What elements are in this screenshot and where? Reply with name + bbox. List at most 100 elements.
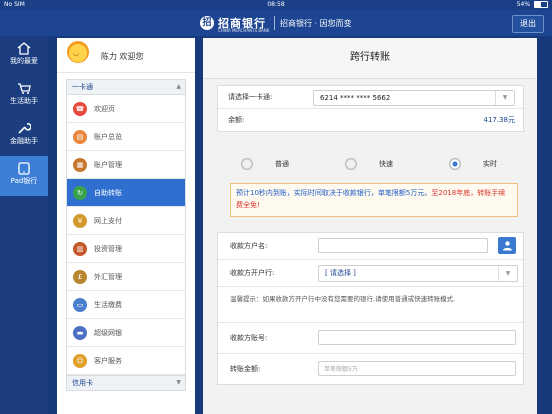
payee-account-input[interactable] [318, 330, 516, 345]
clock-text: 08:58 [267, 1, 285, 8]
welcome-icon: ☎ [73, 101, 87, 116]
brand: 招 招商银行 CHINA MERCHANTS BANK 招商银行 · 因您而变 [200, 13, 352, 33]
chevron-down-icon: ▼ [176, 379, 181, 386]
notice-text: 预计10秒内到账，实际时间取决于收款银行，单笔限额5万元。 [236, 189, 432, 197]
sidebar-item-life-assistant[interactable]: 生活助手 [0, 76, 48, 116]
source-account-card: 请选择一卡通: 6214 **** **** 5662 ▼ 余额: 417.38… [217, 85, 524, 132]
balance-value: 417.38元 [483, 116, 516, 124]
page-title: 跨行转账 [203, 38, 537, 79]
menu-item[interactable]: ▭ 生活缴费 [67, 291, 185, 319]
menu-item-label: 超级网银 [94, 328, 122, 337]
payee-name-label: 收款方户名: [230, 242, 268, 250]
super-ebank-icon: ▬ [73, 325, 87, 340]
online-pay-icon: ¥ [73, 213, 87, 228]
menu-item-label: 客户服务 [94, 356, 122, 365]
battery-percent: 54% [516, 1, 531, 8]
card-select-value: 6214 **** **** 5662 [320, 94, 391, 102]
menu-item-label: 生活缴费 [94, 300, 122, 309]
avatar: ◡ [67, 41, 89, 63]
menu-item[interactable]: ▦ 账户管理 [67, 151, 185, 179]
menu-group-label: 一卡通 [72, 83, 93, 91]
menu-item-label: 欢迎页 [94, 104, 115, 113]
contacts-button[interactable] [498, 237, 516, 254]
menu-group-debit-card[interactable]: 一卡通 ▲ [66, 79, 186, 95]
payee-account-row: 收款方账号: [218, 323, 523, 354]
sidebar-item-finance-assistant[interactable]: 金融助手 [0, 116, 48, 156]
home-icon [0, 36, 48, 56]
sidebar-item-pad-bank[interactable]: Pad银行 [0, 156, 48, 196]
battery-icon [534, 1, 548, 8]
mode-label: 快速 [379, 160, 393, 168]
transfer-icon: ↻ [73, 185, 87, 200]
status-bar: No SIM 08:58 54% [0, 0, 552, 10]
menu-item[interactable]: ▬ 超级网银 [67, 319, 185, 347]
mode-radio-realtime[interactable]: 实时 [449, 158, 497, 170]
mode-label: 实时 [483, 160, 497, 168]
menu-item-label: 自助转账 [94, 188, 122, 197]
menu-item[interactable]: ☺ 客户服务 [67, 347, 185, 375]
user-header: ◡ 陈力 欢迎您 [57, 38, 195, 73]
customer-service-icon: ☺ [73, 353, 87, 368]
card-select-row: 请选择一卡通: 6214 **** **** 5662 ▼ [218, 86, 523, 109]
menu-item-label: 网上支付 [94, 216, 122, 225]
account-manage-icon: ▦ [73, 157, 87, 172]
radio-icon [345, 158, 357, 170]
radio-selected-icon [449, 158, 461, 170]
bank-logo-icon: 招 [200, 16, 214, 30]
menu-item[interactable]: £ 外汇管理 [67, 263, 185, 291]
chevron-down-icon: ▼ [498, 266, 517, 281]
payee-form: 收款方户名: 收款方开户行: [ 请选择 ] ▼ 温馨提示：如果收款方开户行中没… [217, 232, 524, 385]
sidebar-item-favorites[interactable]: 我的最爱 [0, 36, 48, 76]
smiley-icon: ◡ [73, 49, 80, 57]
payee-bank-label: 收款方开户行: [230, 269, 275, 277]
bank-hint-text: 温馨提示：如果收款方开户行中没有您需要的银行,请使用普通或快速转账模式. [218, 287, 523, 323]
menu-group-credit-card[interactable]: 信用卡 ▼ [66, 375, 186, 391]
chevron-up-icon: ▲ [176, 83, 181, 90]
menu-item[interactable]: ▥ 投资管理 [67, 235, 185, 263]
card-select-dropdown[interactable]: 6214 **** **** 5662 ▼ [313, 90, 515, 106]
wrench-icon [0, 116, 48, 136]
bill-pay-icon: ▭ [73, 297, 87, 312]
menu-item-label: 账户总览 [94, 132, 122, 141]
payee-bank-value: [ 请选择 ] [325, 269, 356, 277]
brand-slogan: 招商银行 · 因您而变 [280, 18, 352, 28]
menu-item[interactable]: ☎ 欢迎页 [67, 95, 185, 123]
sidebar-item-label: Pad银行 [10, 177, 38, 185]
amount-input[interactable]: 单笔限额5万 [318, 361, 516, 376]
function-menu: ◡ 陈力 欢迎您 一卡通 ▲ ☎ 欢迎页 ▤ 账户总览 ▦ 账户管理 ↻ 自助转账 ¥ 网上支付 ▥… [57, 38, 195, 414]
mode-radio-normal[interactable]: 普通 [241, 158, 289, 170]
brand-divider [274, 16, 275, 30]
app-header: 招 招商银行 CHINA MERCHANTS BANK 招商银行 · 因您而变 … [0, 10, 552, 36]
contact-icon [502, 241, 512, 251]
payee-bank-row: 收款方开户行: [ 请选择 ] ▼ [218, 260, 523, 287]
transfer-notice: 预计10秒内到账，实际时间取决于收款银行，单笔限额5万元。至2018年底，转账手… [230, 183, 518, 217]
chevron-down-icon: ▼ [495, 91, 514, 105]
balance-label: 余额: [228, 116, 245, 124]
account-overview-icon: ▤ [73, 129, 87, 144]
menu-list: ☎ 欢迎页 ▤ 账户总览 ▦ 账户管理 ↻ 自助转账 ¥ 网上支付 ▥ 投资管理 £ 外汇管理 ▭ 生活缴费 ▬… [66, 95, 186, 375]
logout-button[interactable]: 退出 [512, 15, 544, 33]
menu-group-label: 信用卡 [72, 379, 93, 387]
forex-icon: £ [73, 269, 87, 284]
amount-row: 转账金额: 单笔限额5万 [218, 354, 523, 384]
tablet-icon [0, 156, 48, 176]
menu-item-label: 账户管理 [94, 160, 122, 169]
menu-item[interactable]: ▤ 账户总览 [67, 123, 185, 151]
menu-item[interactable]: ¥ 网上支付 [67, 207, 185, 235]
payee-name-row: 收款方户名: [218, 233, 523, 260]
payee-bank-dropdown[interactable]: [ 请选择 ] ▼ [318, 265, 518, 282]
brand-english-name: CHINA MERCHANTS BANK [218, 28, 270, 33]
battery-indicator: 54% [517, 0, 548, 10]
transfer-mode-group: 普通 快速 实时 [217, 154, 522, 174]
amount-label: 转账金额: [230, 365, 261, 373]
cart-icon [0, 76, 48, 96]
menu-item[interactable]: ↻ 自助转账 [67, 179, 185, 207]
main-sidebar: 我的最爱 生活助手 金融助手 Pad银行 [0, 36, 48, 414]
sidebar-item-label: 我的最爱 [10, 57, 38, 65]
transfer-panel: 跨行转账 请选择一卡通: 6214 **** **** 5662 ▼ 余额: 4… [203, 38, 537, 414]
investment-icon: ▥ [73, 241, 87, 256]
menu-item-label: 外汇管理 [94, 272, 122, 281]
balance-row: 余额: 417.38元 [218, 109, 523, 131]
payee-name-input[interactable] [318, 238, 488, 253]
mode-radio-fast[interactable]: 快速 [345, 158, 393, 170]
